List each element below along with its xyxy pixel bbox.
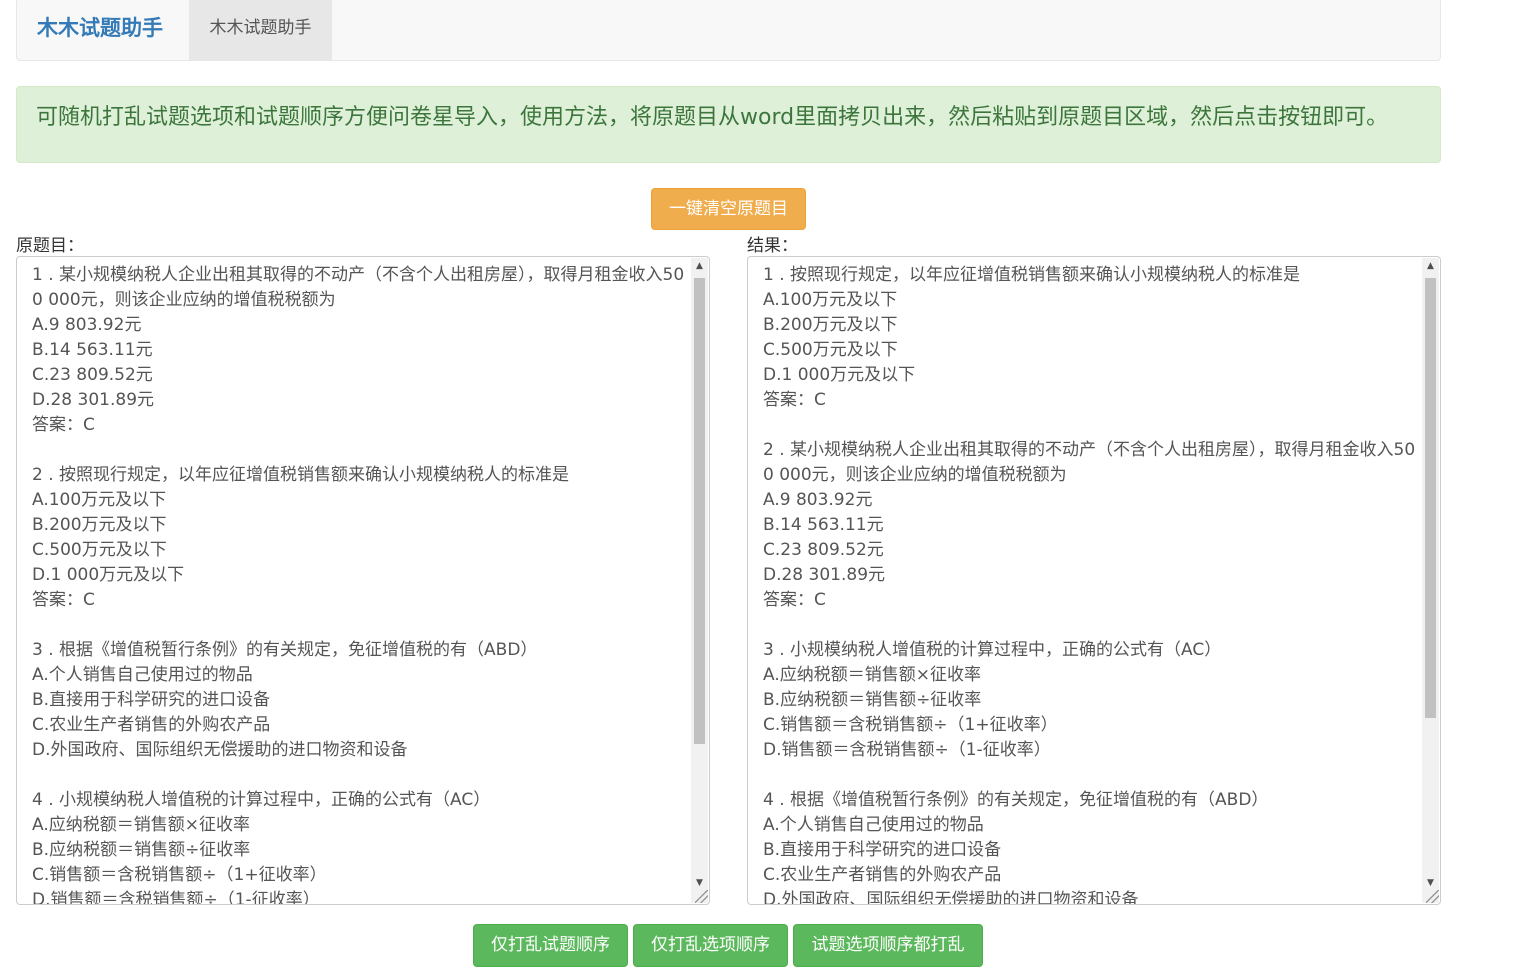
source-scroll-thumb[interactable] — [694, 278, 705, 744]
result-scroll-thumb[interactable] — [1425, 278, 1436, 718]
shuffle-both-button[interactable]: 试题选项顺序都打乱 — [793, 924, 983, 967]
navbar: 木木试题助手 木木试题助手 — [16, 0, 1441, 61]
result-label: 结果： — [747, 236, 798, 256]
source-textarea[interactable]: 1 . 某小规模纳税人企业出租其取得的不动产（不含个人出租房屋），取得月租金收入… — [16, 256, 710, 905]
up-arrow-icon[interactable]: ▲ — [691, 258, 708, 274]
resize-grip-icon[interactable] — [1426, 890, 1439, 903]
nav-tab-home[interactable]: 木木试题助手 — [189, 0, 332, 60]
up-arrow-icon[interactable]: ▲ — [1422, 258, 1439, 274]
shuffle-questions-button[interactable]: 仅打乱试题顺序 — [473, 924, 628, 967]
source-text[interactable]: 1 . 某小规模纳税人企业出租其取得的不动产（不含个人出租房屋），取得月租金收入… — [32, 263, 687, 904]
source-scrollbar[interactable]: ▲ ▼ — [691, 258, 708, 903]
resize-grip-icon[interactable] — [695, 890, 708, 903]
instructions-alert: 可随机打乱试题选项和试题顺序方便问卷星导入，使用方法，将原题目从word里面拷贝… — [16, 86, 1441, 163]
source-label: 原题目： — [16, 236, 84, 256]
down-arrow-icon[interactable]: ▼ — [691, 875, 708, 891]
shuffle-options-button[interactable]: 仅打乱选项顺序 — [633, 924, 788, 967]
down-arrow-icon[interactable]: ▼ — [1422, 875, 1439, 891]
brand-logo[interactable]: 木木试题助手 — [37, 0, 163, 60]
result-textarea[interactable]: 1 . 按照现行规定，以年应征增值税销售额来确认小规模纳税人的标准是 A.100… — [747, 256, 1441, 905]
result-text[interactable]: 1 . 按照现行规定，以年应征增值税销售额来确认小规模纳税人的标准是 A.100… — [763, 263, 1418, 904]
result-scrollbar[interactable]: ▲ ▼ — [1422, 258, 1439, 903]
clear-source-button[interactable]: 一键清空原题目 — [651, 188, 806, 230]
